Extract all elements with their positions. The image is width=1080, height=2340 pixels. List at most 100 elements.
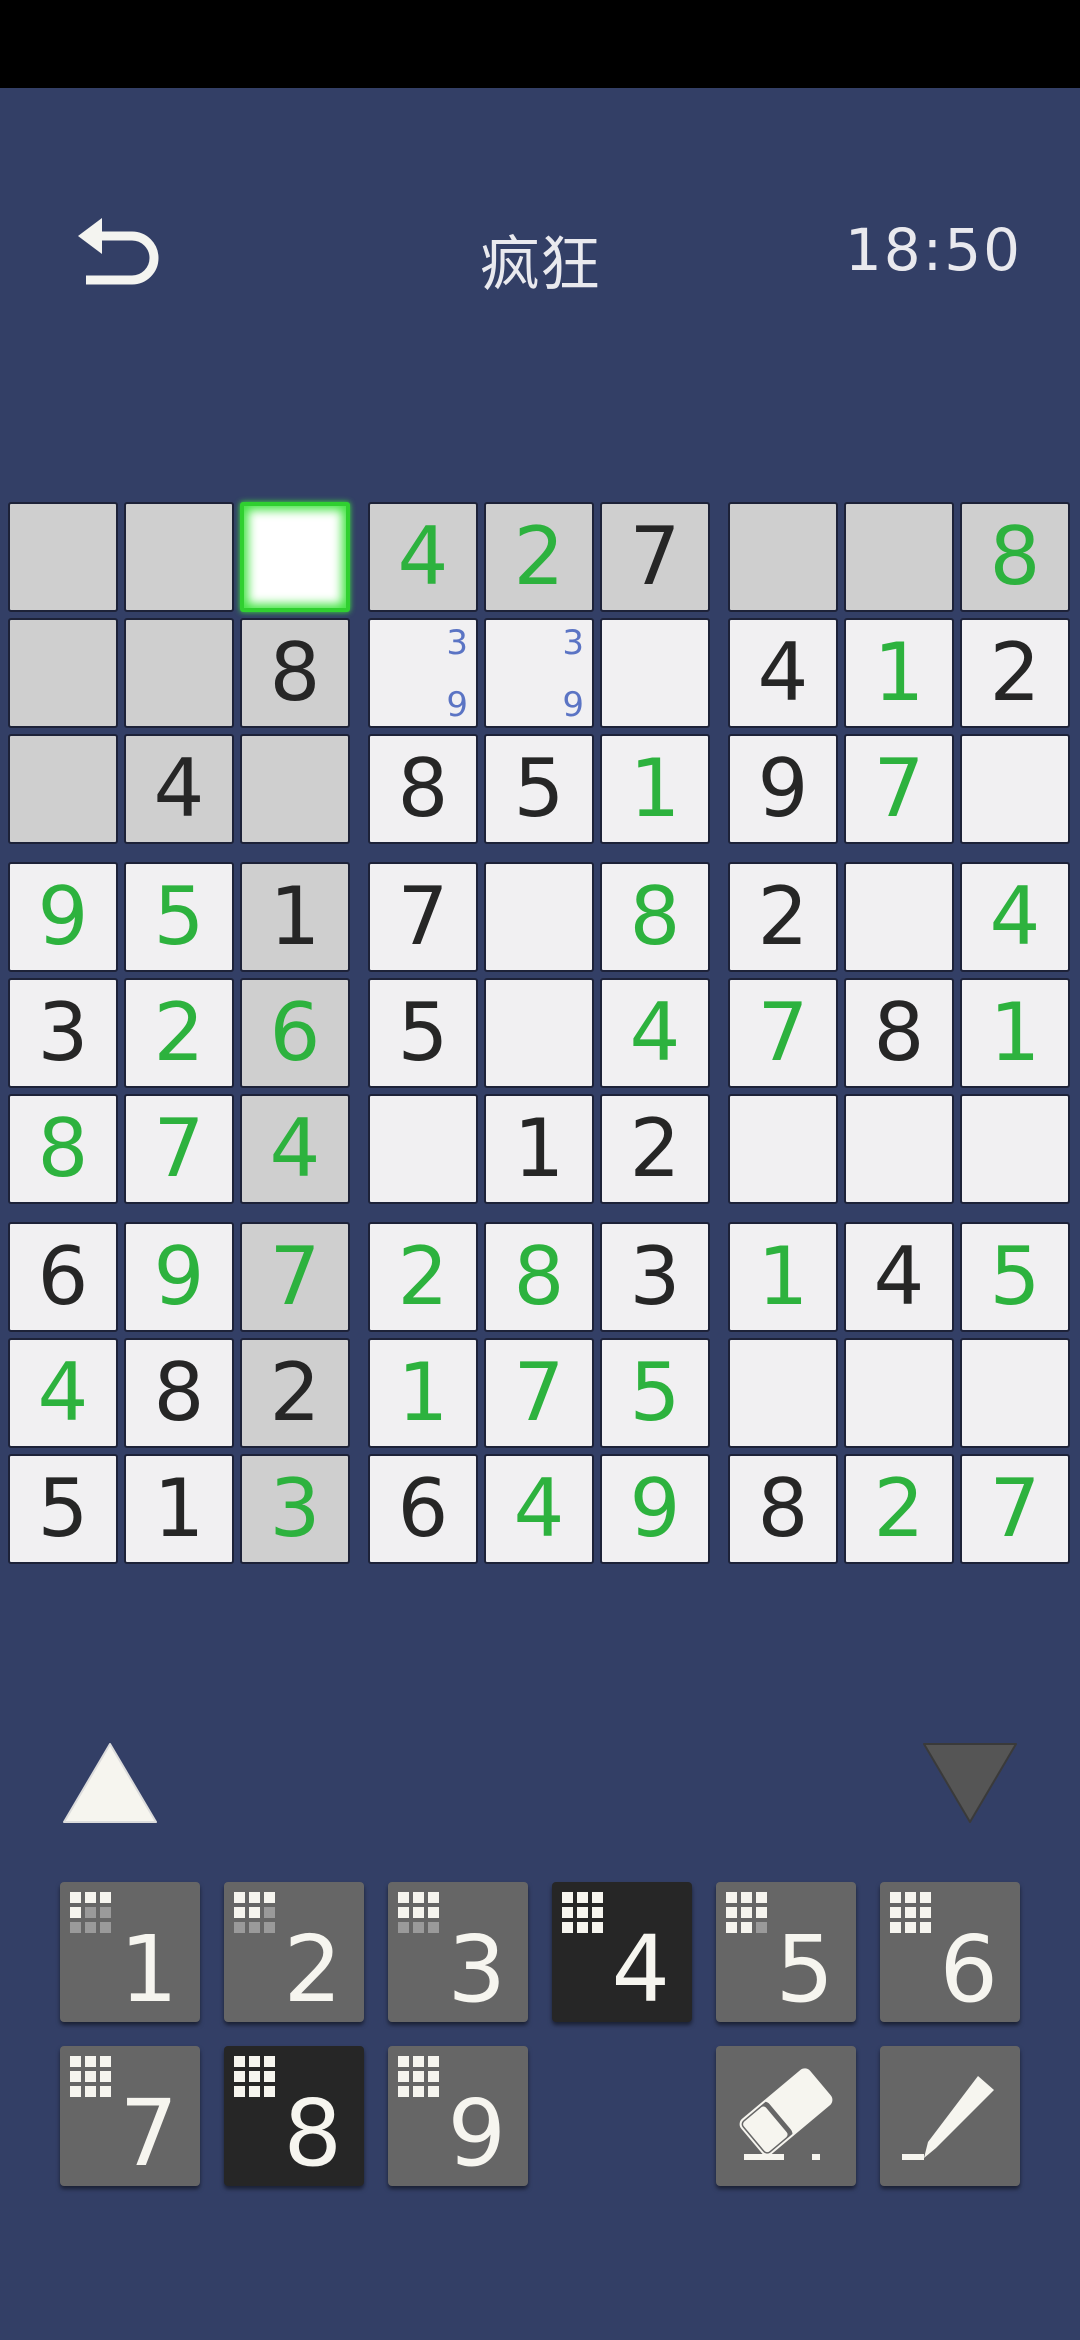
- scroll-down-button[interactable]: [920, 1740, 1020, 1826]
- sudoku-cell-r4c8[interactable]: [844, 862, 954, 972]
- sudoku-cell-r9c9[interactable]: 7: [960, 1454, 1070, 1564]
- sudoku-cell-r4c7[interactable]: 2: [728, 862, 838, 972]
- cell-value: 1: [989, 986, 1041, 1079]
- sudoku-cell-r1c1[interactable]: [8, 502, 118, 612]
- sudoku-cell-r5c5[interactable]: [484, 978, 594, 1088]
- sudoku-cell-r5c8[interactable]: 8: [844, 978, 954, 1088]
- sudoku-cell-r3c6[interactable]: 1: [600, 734, 710, 844]
- sudoku-cell-r8c3[interactable]: 2: [240, 1338, 350, 1448]
- sudoku-cell-r7c5[interactable]: 8: [484, 1222, 594, 1332]
- mini-grid-icon: [398, 1892, 439, 1933]
- sudoku-cell-r9c2[interactable]: 1: [124, 1454, 234, 1564]
- sudoku-cell-r8c1[interactable]: 4: [8, 1338, 118, 1448]
- sudoku-cell-r9c4[interactable]: 6: [368, 1454, 478, 1564]
- sudoku-cell-r4c4[interactable]: 7: [368, 862, 478, 972]
- sudoku-cell-r9c7[interactable]: 8: [728, 1454, 838, 1564]
- sudoku-cell-r5c7[interactable]: 7: [728, 978, 838, 1088]
- sudoku-cell-r7c6[interactable]: 3: [600, 1222, 710, 1332]
- sudoku-cell-r8c6[interactable]: 5: [600, 1338, 710, 1448]
- sudoku-cell-r2c7[interactable]: 4: [728, 618, 838, 728]
- sudoku-cell-r5c1[interactable]: 3: [8, 978, 118, 1088]
- cell-note: 3: [562, 623, 584, 663]
- sudoku-cell-r4c9[interactable]: 4: [960, 862, 1070, 972]
- sudoku-cell-r1c7[interactable]: [728, 502, 838, 612]
- sudoku-cell-r7c9[interactable]: 5: [960, 1222, 1070, 1332]
- sudoku-cell-r8c5[interactable]: 7: [484, 1338, 594, 1448]
- sudoku-cell-r6c9[interactable]: [960, 1094, 1070, 1204]
- number-button-6[interactable]: 6: [880, 1882, 1020, 2022]
- mini-grid-icon: [70, 1892, 111, 1933]
- sudoku-cell-r1c5[interactable]: 2: [484, 502, 594, 612]
- sudoku-cell-r8c7[interactable]: [728, 1338, 838, 1448]
- sudoku-cell-r8c8[interactable]: [844, 1338, 954, 1448]
- sudoku-cell-r6c7[interactable]: [728, 1094, 838, 1204]
- sudoku-cell-r2c9[interactable]: 2: [960, 618, 1070, 728]
- number-button-2[interactable]: 2: [224, 1882, 364, 2022]
- sudoku-cell-r8c4[interactable]: 1: [368, 1338, 478, 1448]
- sudoku-cell-r9c5[interactable]: 4: [484, 1454, 594, 1564]
- sudoku-cell-r2c5[interactable]: 39: [484, 618, 594, 728]
- sudoku-cell-r1c2[interactable]: [124, 502, 234, 612]
- number-button-1[interactable]: 1: [60, 1882, 200, 2022]
- sudoku-cell-r8c2[interactable]: 8: [124, 1338, 234, 1448]
- sudoku-cell-r7c1[interactable]: 6: [8, 1222, 118, 1332]
- sudoku-cell-r4c5[interactable]: [484, 862, 594, 972]
- sudoku-cell-r5c3[interactable]: 6: [240, 978, 350, 1088]
- sudoku-cell-r9c3[interactable]: 3: [240, 1454, 350, 1564]
- sudoku-cell-r6c3[interactable]: 4: [240, 1094, 350, 1204]
- sudoku-cell-r7c8[interactable]: 4: [844, 1222, 954, 1332]
- sudoku-cell-r6c2[interactable]: 7: [124, 1094, 234, 1204]
- sudoku-cell-r7c2[interactable]: 9: [124, 1222, 234, 1332]
- sudoku-cell-r9c8[interactable]: 2: [844, 1454, 954, 1564]
- number-button-9[interactable]: 9: [388, 2046, 528, 2186]
- sudoku-cell-r4c3[interactable]: 1: [240, 862, 350, 972]
- sudoku-cell-r6c6[interactable]: 2: [600, 1094, 710, 1204]
- sudoku-cell-r6c5[interactable]: 1: [484, 1094, 594, 1204]
- sudoku-cell-r3c1[interactable]: [8, 734, 118, 844]
- sudoku-cell-r7c7[interactable]: 1: [728, 1222, 838, 1332]
- sudoku-cell-r2c4[interactable]: 39: [368, 618, 478, 728]
- sudoku-cell-r2c1[interactable]: [8, 618, 118, 728]
- sudoku-cell-r3c7[interactable]: 9: [728, 734, 838, 844]
- sudoku-cell-r4c6[interactable]: 8: [600, 862, 710, 972]
- sudoku-cell-r4c1[interactable]: 9: [8, 862, 118, 972]
- sudoku-cell-r8c9[interactable]: [960, 1338, 1070, 1448]
- pencil-button[interactable]: [880, 2046, 1020, 2186]
- sudoku-cell-r3c5[interactable]: 5: [484, 734, 594, 844]
- sudoku-cell-r2c6[interactable]: [600, 618, 710, 728]
- sudoku-cell-r1c9[interactable]: 8: [960, 502, 1070, 612]
- sudoku-cell-r2c2[interactable]: [124, 618, 234, 728]
- sudoku-cell-r3c8[interactable]: 7: [844, 734, 954, 844]
- sudoku-cell-r1c4[interactable]: 4: [368, 502, 478, 612]
- sudoku-cell-r3c4[interactable]: 8: [368, 734, 478, 844]
- number-button-7[interactable]: 7: [60, 2046, 200, 2186]
- sudoku-cell-r1c3[interactable]: [240, 502, 350, 612]
- number-button-label: 9: [447, 2080, 506, 2187]
- pencil-icon: [902, 2076, 994, 2160]
- number-button-5[interactable]: 5: [716, 1882, 856, 2022]
- sudoku-cell-r1c8[interactable]: [844, 502, 954, 612]
- sudoku-cell-r7c3[interactable]: 7: [240, 1222, 350, 1332]
- sudoku-cell-r6c1[interactable]: 8: [8, 1094, 118, 1204]
- number-button-8[interactable]: 8: [224, 2046, 364, 2186]
- number-button-4[interactable]: 4: [552, 1882, 692, 2022]
- sudoku-cell-r7c4[interactable]: 2: [368, 1222, 478, 1332]
- sudoku-cell-r1c6[interactable]: 7: [600, 502, 710, 612]
- sudoku-cell-r6c8[interactable]: [844, 1094, 954, 1204]
- sudoku-cell-r3c2[interactable]: 4: [124, 734, 234, 844]
- sudoku-cell-r5c4[interactable]: 5: [368, 978, 478, 1088]
- sudoku-cell-r9c1[interactable]: 5: [8, 1454, 118, 1564]
- erase-button[interactable]: [716, 2046, 856, 2186]
- sudoku-cell-r9c6[interactable]: 9: [600, 1454, 710, 1564]
- sudoku-cell-r2c8[interactable]: 1: [844, 618, 954, 728]
- sudoku-cell-r3c3[interactable]: [240, 734, 350, 844]
- number-button-3[interactable]: 3: [388, 1882, 528, 2022]
- sudoku-cell-r5c9[interactable]: 1: [960, 978, 1070, 1088]
- sudoku-cell-r5c2[interactable]: 2: [124, 978, 234, 1088]
- sudoku-cell-r4c2[interactable]: 5: [124, 862, 234, 972]
- scroll-up-button[interactable]: [60, 1740, 160, 1826]
- sudoku-cell-r5c6[interactable]: 4: [600, 978, 710, 1088]
- sudoku-cell-r6c4[interactable]: [368, 1094, 478, 1204]
- sudoku-cell-r2c3[interactable]: 8: [240, 618, 350, 728]
- sudoku-cell-r3c9[interactable]: [960, 734, 1070, 844]
